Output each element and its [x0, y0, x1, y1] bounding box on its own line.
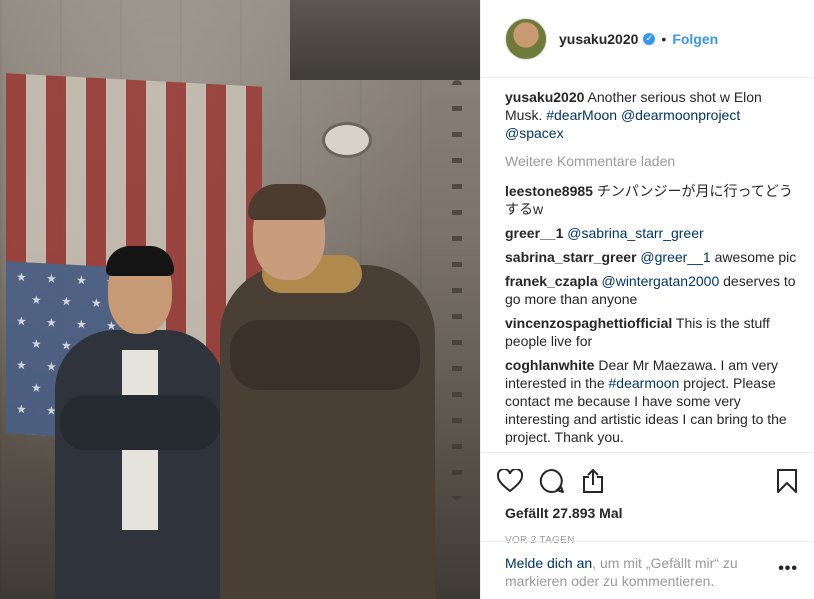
person-right-jacket [220, 265, 435, 599]
mention-link[interactable]: @spacex [505, 125, 564, 141]
mention-link[interactable]: @greer__1 [640, 249, 710, 265]
comment-username[interactable]: vincenzospaghettiofficial [505, 315, 672, 331]
comments-list[interactable]: yusaku2020 Another serious shot w Elon M… [505, 88, 798, 450]
comment-item: franek_czapla @wintergatan2000 deserves … [505, 272, 798, 308]
comment-item: leestone8985 チンパンジーが月に行ってどうするw [505, 182, 798, 218]
username-link[interactable]: yusaku2020 [559, 31, 638, 47]
login-prompt: Melde dich an, um mit „Gefällt mir“ zu m… [481, 541, 814, 590]
like-count[interactable]: Gefällt 27.893 Mal [505, 505, 798, 521]
person-right-arms [230, 320, 420, 390]
person-left-arms [60, 395, 220, 450]
comment-item: vincenzospaghettiofficial This is the st… [505, 314, 798, 350]
comment-username[interactable]: greer__1 [505, 225, 563, 241]
like-heart-icon[interactable] [497, 469, 523, 493]
bookmark-icon[interactable] [776, 468, 798, 494]
post-photo[interactable]: ★★★★ ★★★ ★★★★ ★★★ ★★★★ ★★★ ★★★ [0, 0, 480, 599]
rivet-column [452, 80, 462, 500]
post-actions: Gefällt 27.893 Mal VOR 2 TAGEN [481, 452, 814, 546]
comment-username[interactable]: leestone8985 [505, 183, 593, 199]
post-header: yusaku2020 ✓ • Folgen [481, 0, 814, 78]
comment-item: coghlanwhite Dear Mr Maezawa. I am very … [505, 356, 798, 446]
post-sidebar: yusaku2020 ✓ • Folgen yusaku2020 Another… [480, 0, 814, 599]
comment-item: greer__1 @sabrina_starr_greer [505, 224, 798, 242]
hashtag-link[interactable]: #dearMoon [546, 107, 617, 123]
person-left-hair [106, 246, 174, 276]
caption-username[interactable]: yusaku2020 [505, 89, 584, 105]
separator-dot: • [661, 30, 667, 47]
verified-badge-icon: ✓ [643, 32, 656, 45]
person-right-hair [248, 184, 326, 220]
caption: yusaku2020 Another serious shot w Elon M… [505, 88, 798, 142]
mention-link[interactable]: @wintergatan2000 [602, 273, 720, 289]
follow-button[interactable]: Folgen [672, 31, 718, 47]
hashtag-link[interactable]: #dearmoon [609, 375, 680, 391]
login-link[interactable]: Melde dich an [505, 555, 592, 571]
rocket-panel [290, 0, 480, 80]
comment-item: sabrina_starr_greer @greer__1 awesome pi… [505, 248, 798, 266]
load-more-comments-button[interactable]: Weitere Kommentare laden [505, 152, 798, 170]
comment-text: awesome pic [714, 249, 797, 265]
mention-link[interactable]: @sabrina_starr_greer [567, 225, 703, 241]
porthole [322, 122, 372, 158]
comment-username[interactable]: sabrina_starr_greer [505, 249, 637, 265]
post-modal: ★★★★ ★★★ ★★★★ ★★★ ★★★★ ★★★ ★★★ yusaku202… [0, 0, 814, 599]
share-icon[interactable] [581, 468, 605, 494]
comment-username[interactable]: coghlanwhite [505, 357, 594, 373]
comment-username[interactable]: franek_czapla [505, 273, 598, 289]
comment-bubble-icon[interactable] [539, 468, 565, 494]
avatar[interactable] [505, 17, 547, 60]
mention-link[interactable]: @dearmoonproject [621, 107, 740, 123]
more-options-icon[interactable]: ••• [778, 560, 798, 590]
